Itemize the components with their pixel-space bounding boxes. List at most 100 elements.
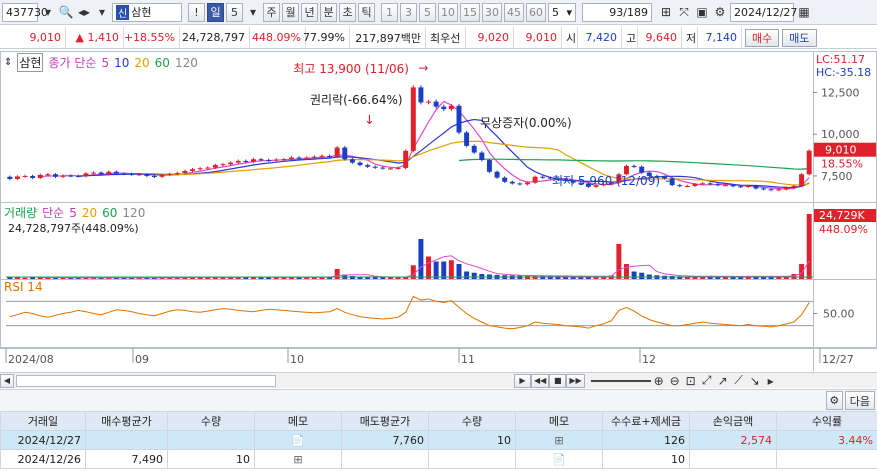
fit-icon[interactable]: ⊡: [683, 371, 699, 390]
chevron-down-icon[interactable]: ▾: [245, 3, 261, 22]
trade-toolbar: ⚙ 다음: [0, 389, 877, 411]
candle-body: [174, 172, 180, 174]
candle-body: [30, 175, 36, 178]
open-label: 시: [562, 27, 578, 48]
candle-body: [182, 170, 188, 173]
period-day-button[interactable]: 일: [207, 2, 224, 22]
stock-code-input[interactable]: 437730: [2, 2, 48, 22]
candle-body: [296, 157, 302, 159]
memo-doc-icon[interactable]: 📄: [254, 430, 342, 450]
grid-icon[interactable]: ⊞: [658, 3, 674, 22]
candle-body: [753, 185, 759, 189]
minute-1-button[interactable]: 1: [381, 2, 398, 22]
rewind-button[interactable]: ◀◀: [531, 373, 550, 388]
minute-60-button[interactable]: 60: [526, 2, 546, 22]
candle-body: [471, 145, 477, 153]
open-price: 7,420: [578, 27, 622, 48]
speaker-icon[interactable]: ◂▸: [76, 3, 92, 22]
price-chart[interactable]: 12,500 10,000 7,500 LC:51.17 HC:-35.18 9,010 1…: [0, 51, 877, 371]
high-label: 고: [622, 27, 638, 48]
stop-button[interactable]: ■: [549, 373, 567, 388]
minute-3-button[interactable]: 3: [400, 2, 417, 22]
volume-pct: 448.09%: [250, 27, 306, 48]
candle-body: [68, 175, 74, 177]
play-button[interactable]: ▶: [514, 373, 531, 388]
candle-body: [783, 187, 789, 190]
chevron-down-icon[interactable]: ▾: [94, 3, 110, 22]
search-icon[interactable]: 🔍: [58, 3, 74, 22]
candle-body: [403, 150, 409, 168]
candle-body: [761, 188, 766, 190]
table-row[interactable]: 2024/12/27 📄 7,760 10 ⊞ 126 2,574 3.44%: [0, 430, 877, 450]
minute-15-button[interactable]: 15: [460, 2, 480, 22]
range-week-button[interactable]: 주: [263, 2, 280, 22]
minute-select[interactable]: 5 ▾: [548, 2, 576, 22]
gear-icon[interactable]: ⚙: [825, 391, 843, 410]
row-rate: 3.44%: [776, 430, 877, 450]
candle-body: [7, 176, 13, 179]
candle-body: [806, 150, 812, 175]
low-price: 7,140: [698, 27, 742, 48]
save-icon[interactable]: ▣: [694, 3, 710, 22]
volume-bar: [639, 272, 645, 279]
chart-compare-icon[interactable]: ⤧: [676, 3, 692, 22]
gear-icon[interactable]: ⚙: [712, 3, 728, 22]
arrow-tool-icon[interactable]: ↘: [747, 371, 763, 390]
low-annotation: 최저 5,960 (12/09): [552, 174, 660, 188]
horizontal-scrollbar-thumb[interactable]: [16, 374, 276, 387]
zoom-in-icon[interactable]: ⊕: [651, 371, 667, 390]
candle-body: [197, 168, 203, 170]
candle-body: [722, 185, 728, 187]
price-tick-label: 7,500: [821, 170, 853, 183]
scroll-left-button[interactable]: ◀: [0, 373, 14, 388]
candle-body: [494, 171, 500, 178]
memo-doc-icon[interactable]: 📄: [515, 449, 603, 469]
minute-10-button[interactable]: 10: [438, 2, 458, 22]
trade-history-panel: ⚙ 다음 거래일 매수평균가 수량 메모 매도평균가 수량 메모 수수료+제세금…: [0, 389, 877, 469]
candle-body: [311, 156, 317, 158]
zoom-out-icon[interactable]: ⊖: [667, 371, 683, 390]
expand-icon[interactable]: ⤢: [699, 371, 715, 390]
bar-count-field[interactable]: 93/189: [582, 2, 652, 22]
trend-tool-icon[interactable]: ⟋: [731, 371, 747, 390]
date-input[interactable]: 2024/12/27: [730, 2, 797, 22]
alert-button[interactable]: !: [188, 2, 205, 22]
candle-body: [37, 174, 43, 178]
range-second-button[interactable]: 초: [339, 2, 356, 22]
range-tick-button[interactable]: 틱: [358, 2, 375, 22]
candle-body: [167, 173, 173, 175]
candle-body: [486, 160, 492, 172]
line-tool-icon[interactable]: ↗: [715, 371, 731, 390]
candle-body: [525, 182, 530, 185]
best-ask: 9,020: [466, 27, 514, 48]
candle-body: [14, 176, 20, 179]
memo-add-icon[interactable]: ⊞: [515, 430, 603, 450]
range-year-button[interactable]: 년: [301, 2, 318, 22]
lc-label: LC:51.17: [816, 53, 865, 66]
candle-body: [349, 159, 355, 163]
fast-forward-button[interactable]: ▶▶: [566, 373, 585, 388]
scroll-right-icon[interactable]: ▸: [763, 371, 779, 390]
candle-body: [509, 181, 515, 184]
sell-button[interactable]: 매도: [782, 28, 817, 47]
range-month-button[interactable]: 월: [282, 2, 299, 22]
memo-add-icon[interactable]: ⊞: [254, 449, 342, 469]
stock-name-field[interactable]: 신 삼현: [112, 2, 182, 22]
candle-body: [426, 101, 432, 103]
minute-30-button[interactable]: 30: [482, 2, 502, 22]
period-count-select[interactable]: 5: [226, 2, 243, 22]
dropdown-icon[interactable]: ▾: [40, 3, 56, 22]
price-legend-name: 삼현: [17, 53, 44, 72]
calendar-icon[interactable]: ▦: [796, 3, 812, 22]
table-row[interactable]: 2024/12/26 7,490 10 ⊞ 📄 10: [0, 449, 877, 469]
minute-5-button[interactable]: 5: [419, 2, 436, 22]
next-button[interactable]: 다음: [844, 391, 875, 410]
speed-slider[interactable]: [590, 379, 651, 382]
buy-button[interactable]: 매수: [745, 28, 780, 47]
range-minute-button[interactable]: 분: [320, 2, 337, 22]
candle-body: [98, 172, 104, 175]
volume-current: 24,728,797주(448.09%): [8, 222, 139, 235]
minute-45-button[interactable]: 45: [504, 2, 524, 22]
candle-body: [464, 132, 470, 146]
candle-body: [441, 106, 447, 110]
